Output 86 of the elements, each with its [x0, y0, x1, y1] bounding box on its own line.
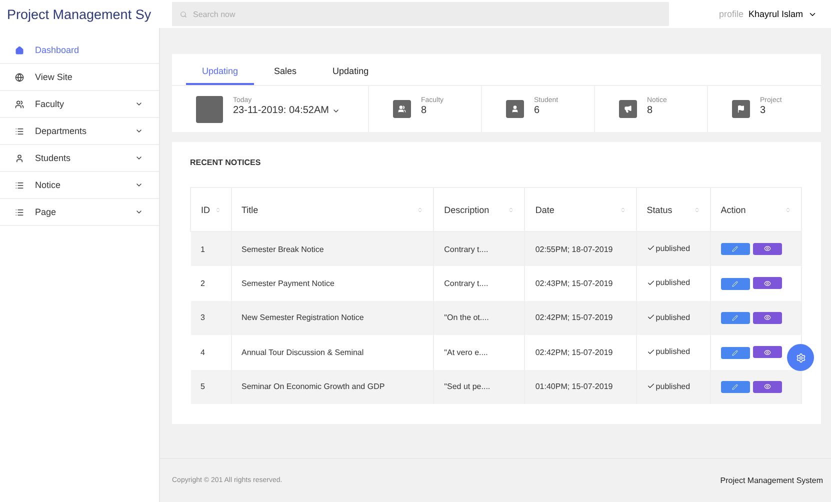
sidebar-item[interactable]: Notice	[0, 172, 159, 199]
user-icon	[511, 105, 519, 113]
user-icon	[15, 154, 24, 162]
profile-label: profile	[718, 9, 744, 19]
status-text: published	[646, 312, 690, 322]
table-cell: 02:55PM; 18-07-2019	[524, 232, 636, 266]
check-icon	[646, 278, 655, 286]
status-text: published	[646, 278, 690, 287]
status-text: published	[646, 347, 690, 356]
edit-button[interactable]	[720, 346, 750, 358]
eye-icon	[764, 383, 771, 390]
view-button[interactable]	[752, 346, 782, 358]
status-text: published	[646, 382, 690, 390]
profile-name[interactable]: Khayrul Islam	[748, 9, 803, 19]
list-icon	[15, 208, 24, 216]
table-cell: 02:42PM; 15-07-2019	[524, 300, 636, 335]
table-cell: Contrary t....	[434, 232, 525, 266]
view-button[interactable]	[752, 380, 782, 392]
edit-button[interactable]	[720, 243, 750, 256]
check-icon	[646, 313, 655, 321]
footer-brand: Project Management System	[720, 476, 823, 485]
column-header[interactable]: Title	[231, 188, 434, 232]
eye-icon	[764, 280, 771, 286]
table-cell: 1	[190, 232, 232, 266]
eye-icon	[764, 314, 771, 321]
sidebar-item[interactable]: Faculty	[0, 91, 159, 118]
chevron-down-icon	[135, 100, 143, 108]
check-icon	[646, 348, 655, 356]
table-cell: 5	[190, 370, 232, 404]
column-header[interactable]: ID	[190, 188, 232, 232]
edit-button[interactable]	[720, 312, 750, 324]
status-text: published	[646, 244, 690, 253]
pencil-icon	[732, 350, 738, 356]
table-cell: 01:40PM; 15-07-2019	[524, 370, 636, 404]
table-cell: "Sed ut pe....	[434, 370, 525, 404]
list-icon	[15, 180, 24, 190]
stat-value: 3	[760, 105, 767, 116]
edit-button[interactable]	[720, 278, 750, 290]
check-icon	[646, 382, 655, 390]
search-input[interactable]: Search now	[191, 8, 669, 20]
home-icon	[15, 46, 24, 54]
tab[interactable]: Sales	[258, 64, 313, 85]
stat-value: 6	[534, 105, 541, 116]
table-cell: "On the ot....	[434, 300, 525, 335]
edit-button[interactable]	[720, 381, 750, 393]
date-value: 23-11-2019: 04:52AM	[233, 105, 329, 116]
chevron-down-icon	[135, 181, 143, 189]
chevron-down-icon	[135, 208, 143, 216]
settings-icon	[796, 352, 806, 362]
view-button[interactable]	[752, 277, 782, 289]
view-button[interactable]	[752, 242, 782, 255]
settings-button[interactable]	[787, 344, 814, 371]
users-icon	[398, 105, 406, 113]
pencil-icon	[732, 246, 738, 252]
tab[interactable]: Updating	[316, 64, 385, 85]
sidebar-item[interactable]: Dashboard	[0, 37, 159, 64]
flag-icon	[737, 105, 745, 113]
pencil-icon	[732, 315, 738, 321]
globe-icon	[15, 72, 24, 82]
pencil-icon	[732, 384, 738, 390]
table-cell: New Semester Registration Notice	[231, 300, 434, 335]
sidebar-item[interactable]: Departments	[0, 118, 159, 145]
table-cell: Seminar On Economic Growth and GDP	[231, 370, 434, 404]
pencil-icon	[732, 280, 738, 286]
users-icon	[15, 100, 24, 108]
megaphone-icon	[624, 105, 632, 113]
table-cell: Semester Break Notice	[231, 232, 434, 266]
sidebar-item[interactable]: Students	[0, 145, 159, 172]
chevron-down-icon	[135, 154, 143, 162]
image-placeholder	[196, 96, 223, 122]
eye-icon	[764, 245, 771, 252]
list-icon	[15, 126, 24, 136]
app-title: Project Management Sy	[0, 0, 160, 28]
sidebar-item[interactable]: Page	[0, 199, 159, 226]
view-button[interactable]	[752, 312, 782, 324]
chevron-down-icon	[135, 127, 143, 135]
stat-value: 8	[421, 105, 428, 116]
stat-value: 8	[647, 105, 654, 116]
search-field[interactable]: Search now	[172, 2, 669, 26]
section-title: RECENT NOTICES	[190, 158, 262, 167]
tab[interactable]: Updating	[186, 64, 254, 85]
search-icon	[180, 10, 187, 18]
sidebar-item[interactable]: View Site	[0, 64, 159, 91]
table-cell: 3	[190, 300, 232, 335]
eye-icon	[764, 348, 771, 356]
check-icon	[646, 244, 655, 252]
